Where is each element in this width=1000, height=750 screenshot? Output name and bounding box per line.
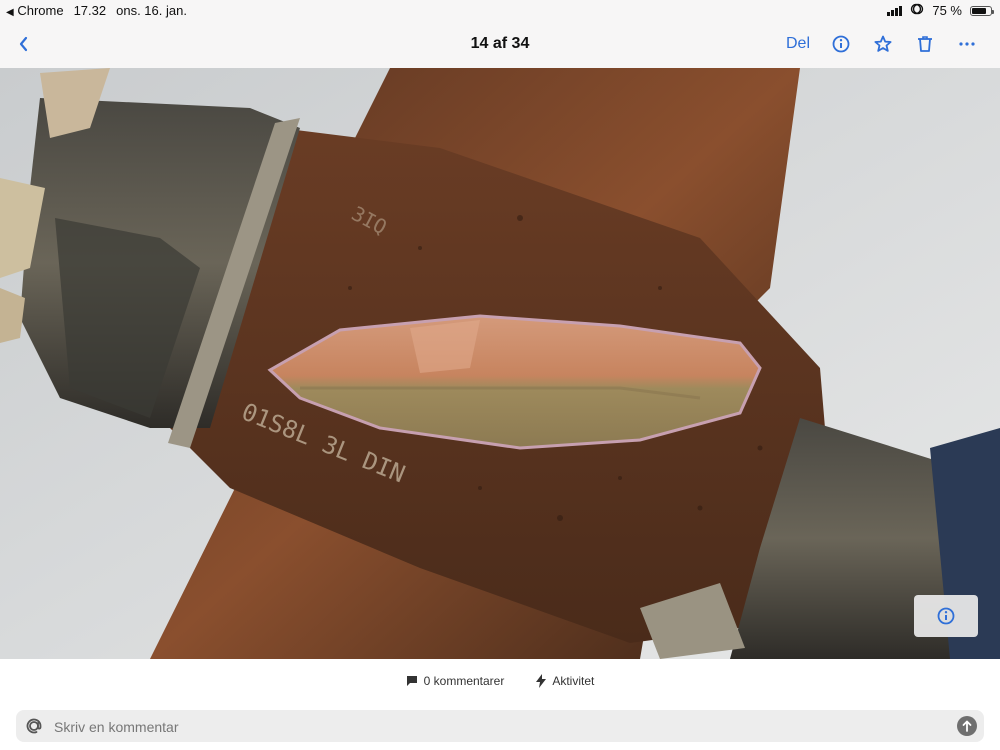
- arrow-up-icon: [962, 720, 972, 732]
- status-time: 17.32: [73, 3, 107, 18]
- photo-viewer[interactable]: 01S8L 3L DIN 3IQ: [0, 68, 1000, 659]
- more-button[interactable]: [956, 33, 978, 55]
- battery-icon: [970, 5, 994, 16]
- info-icon: [832, 35, 850, 53]
- back-triangle-icon: ◀: [6, 7, 14, 18]
- comment-input[interactable]: [52, 714, 956, 740]
- activity-label: Aktivitet: [552, 674, 595, 688]
- status-date: ons. 16. jan.: [116, 3, 187, 18]
- comments-tab[interactable]: 0 kommentarer: [406, 674, 505, 688]
- comment-input-container: [16, 710, 984, 742]
- star-icon: [874, 35, 892, 52]
- back-app-label: Chrome: [17, 3, 64, 18]
- photo-info-button[interactable]: [914, 595, 978, 637]
- lightning-icon: [536, 674, 547, 688]
- activity-tab[interactable]: Aktivitet: [536, 674, 594, 688]
- back-button[interactable]: [14, 30, 42, 58]
- comments-bar: 0 kommentarer Aktivitet: [0, 659, 1000, 703]
- nav-bar: 14 af 34 Del: [0, 22, 1000, 69]
- corroded-pipe-photo: 01S8L 3L DIN 3IQ: [0, 68, 1000, 659]
- airplay-icon: [910, 3, 924, 18]
- comment-bubble-icon: [406, 676, 417, 686]
- chevron-left-icon: [19, 36, 28, 52]
- delete-button[interactable]: [914, 33, 936, 55]
- status-bar: ◀ Chrome 17.32 ons. 16. jan. 75 %: [0, 0, 1000, 22]
- battery-percent: 75 %: [932, 3, 962, 18]
- back-to-app[interactable]: ◀ Chrome: [6, 3, 64, 18]
- trash-icon: [918, 36, 932, 52]
- at-mention-icon[interactable]: [23, 715, 45, 737]
- signal-icon: [887, 5, 903, 16]
- more-icon: [959, 42, 975, 46]
- send-button[interactable]: [957, 716, 977, 736]
- info-button[interactable]: [830, 33, 852, 55]
- share-button[interactable]: Del: [786, 35, 810, 53]
- info-icon: [937, 607, 955, 625]
- comments-label: 0 kommentarer: [423, 674, 505, 688]
- favorite-button[interactable]: [872, 33, 894, 55]
